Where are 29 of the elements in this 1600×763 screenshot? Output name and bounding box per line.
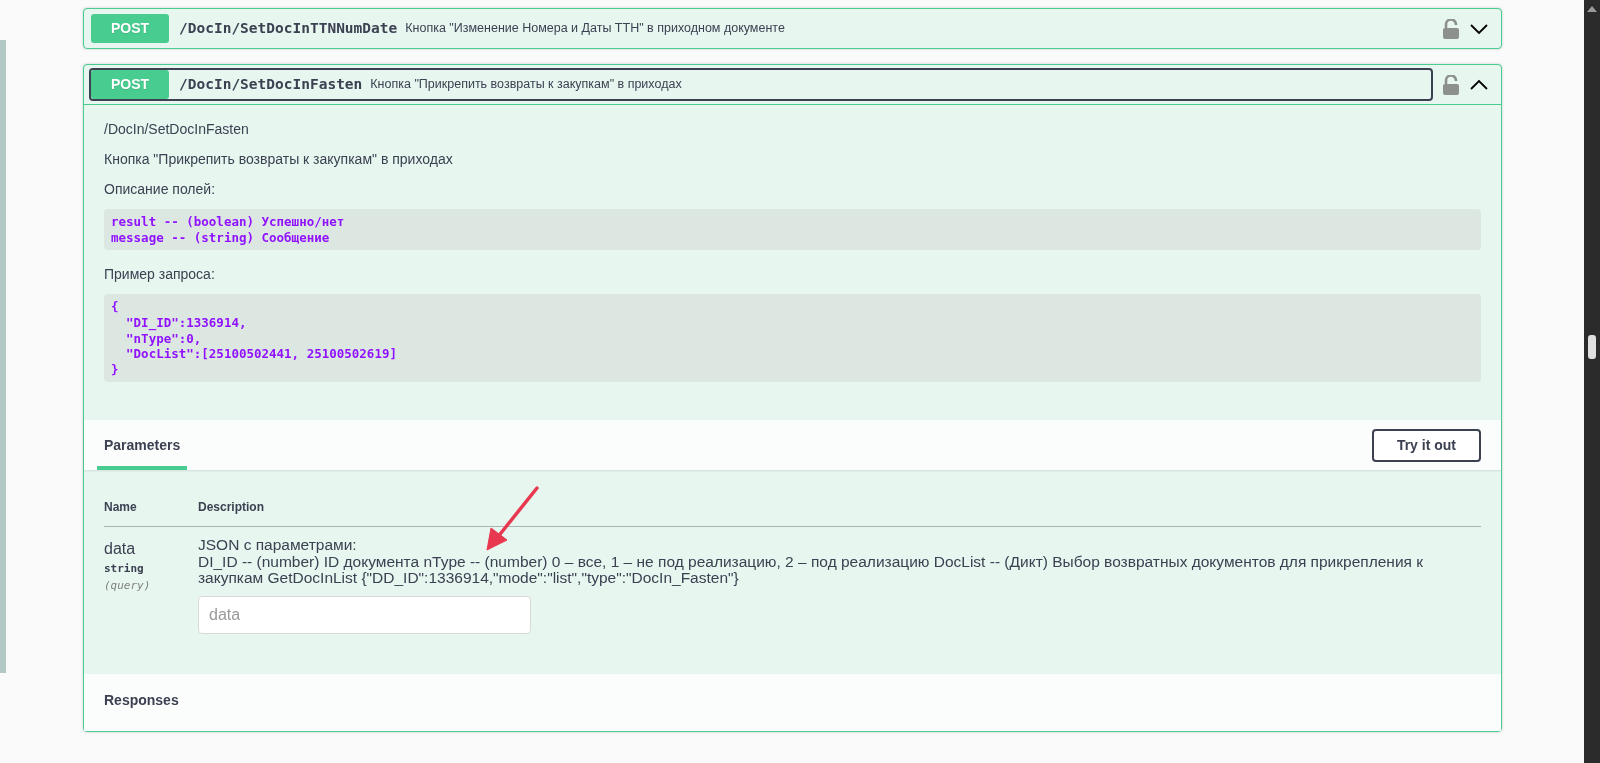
try-it-out-button[interactable]: Try it out: [1371, 429, 1481, 463]
endpoint-summary: Кнопка "Изменение Номера и Даты ТТН" в приходном документе: [405, 20, 785, 38]
endpoint-path: /DocIn/SetDocInFasten: [178, 74, 364, 94]
parameter-description: DI_ID -- (number) ID документа nType -- (number) 0 – все, 1 – не под реализацию, 2 – под реализацию DocList -- (Дикт) Выбор возвратных документов для прикрепления к закупкам GetDocInList {"DD_ID":1336914,"mode":"list","type":"DocIn_Fasten"}: [198, 553, 1425, 587]
scrollbar-thumb[interactable]: [1588, 335, 1596, 359]
method-badge: POST: [91, 70, 169, 99]
column-header: Description: [198, 500, 264, 515]
parameter-input-field[interactable]: data: [198, 596, 531, 635]
operation-header[interactable]: POST /DocIn/SetDocInFasten Кнопка "Прикрепить возвраты к закупкам" в приходах: [89, 68, 1433, 101]
description-text: /DocIn/SetDocInFasten: [104, 120, 250, 139]
description-text: Описание полей:: [104, 180, 217, 199]
description-text: Пример запроса:: [104, 265, 216, 285]
parameter-description: JSON с параметрами:: [198, 537, 358, 554]
endpoint-summary: Кнопка "Прикрепить возвраты к закупкам" в приходах: [370, 76, 682, 94]
parameter-name: data: [104, 539, 136, 560]
code-block: { "DI_ID":1336914, "nType":0, "DocList":[25100502441, 25100502619] }: [104, 294, 1481, 383]
parameter-type: string: [104, 561, 144, 578]
code-block: result -- (boolean) Успешно/нет message -- (string) Сообщение: [104, 209, 1481, 251]
column-header: Name: [104, 500, 137, 515]
lock-icon[interactable]: [1443, 74, 1459, 95]
endpoint-path: /DocIn/SetDocInTTNNumDate: [178, 18, 399, 38]
operation-header[interactable]: POST /DocIn/SetDocInTTNNumDate Кнопка "Изменение Номера и Даты ТТН" в приходном документе: [89, 12, 1433, 45]
scroll-up-icon[interactable]: [1587, 6, 1597, 12]
parameter-location: (query): [104, 577, 151, 594]
lock-icon[interactable]: [1443, 18, 1459, 39]
parameters-tab[interactable]: Parameters: [97, 427, 188, 471]
method-badge: POST: [91, 14, 169, 43]
responses-heading: Responses: [104, 692, 179, 709]
description-text: Кнопка "Прикрепить возвраты к закупкам" в приходах: [104, 150, 454, 169]
